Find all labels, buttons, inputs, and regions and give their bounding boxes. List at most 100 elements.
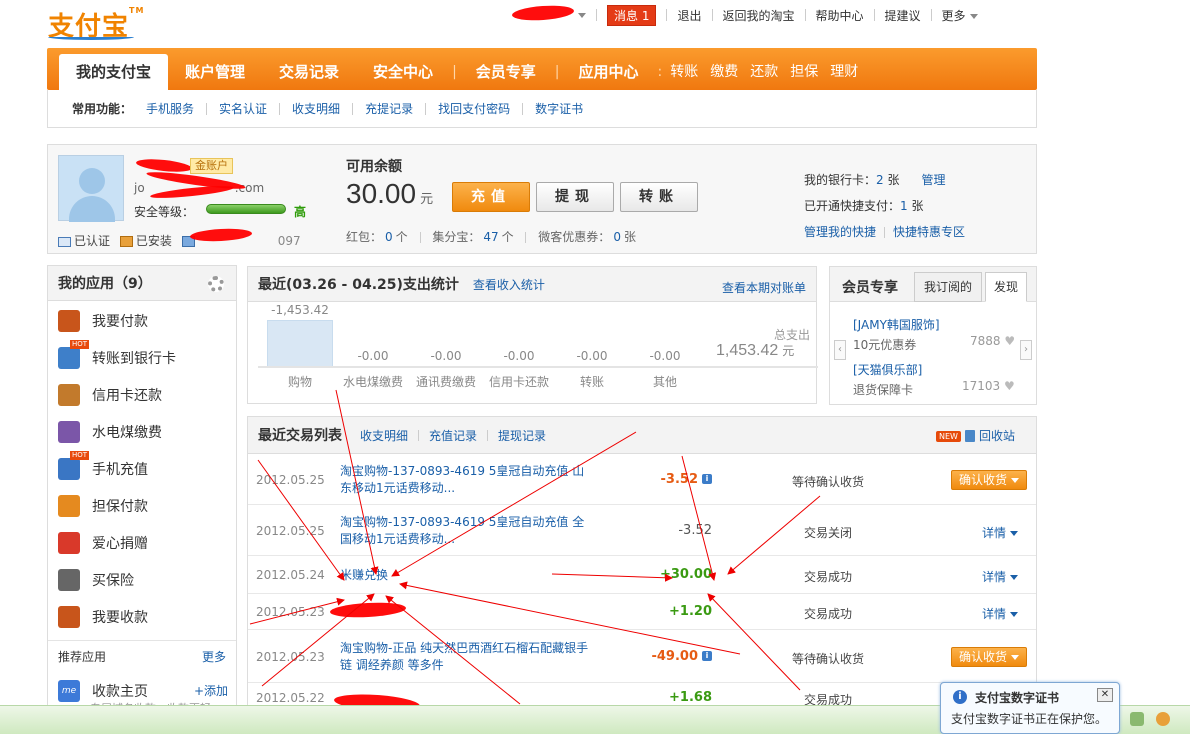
- avatar[interactable]: [58, 155, 124, 222]
- tab-member[interactable]: 会员专享: [459, 54, 553, 90]
- cert-icon: [119, 236, 133, 247]
- subnav-mobile-service[interactable]: 手机服务: [146, 100, 194, 117]
- quickpay-zone-link[interactable]: 快捷特惠专区: [893, 225, 965, 239]
- transactions-header: 最近交易列表 收支明细 充值记录 提现记录: [247, 416, 1037, 454]
- quickpay-count[interactable]: 1: [900, 199, 908, 213]
- member-offer-item[interactable]: [天猫俱乐部] 退货保障卡: [853, 361, 922, 398]
- app-icon: HOT: [58, 451, 90, 480]
- messages-button[interactable]: 消息 1: [607, 4, 657, 26]
- app-item[interactable]: HOT 手机充值: [58, 451, 148, 484]
- trash-icon: [965, 430, 975, 442]
- subnav-income-expense[interactable]: 收支明细: [292, 100, 340, 117]
- quick-transfer[interactable]: 转账: [664, 54, 704, 90]
- tab-transactions[interactable]: 交易记录: [262, 54, 356, 90]
- income-stats-link[interactable]: 查看收入统计: [473, 276, 545, 293]
- tx-description-link[interactable]: 淘宝购物-137-0893-4619 5皇冠自动充值 全国移动1元话费移动...: [340, 514, 590, 548]
- manage-quickpay-link[interactable]: 管理我的快捷: [804, 225, 876, 239]
- jifen-count[interactable]: 47: [483, 230, 498, 244]
- info-icon[interactable]: i: [702, 474, 712, 484]
- recommended-apps-title: 推荐应用: [58, 650, 107, 664]
- tx-description-link[interactable]: 淘宝购物-137-0893-4619 5皇冠自动充值 山东移动1元话费移动...: [340, 463, 590, 497]
- app-item[interactable]: 担保付款: [58, 491, 148, 521]
- confirm-receipt-button[interactable]: 确认收货: [951, 469, 1027, 490]
- logout-link[interactable]: 退出: [677, 7, 701, 24]
- transfer-button[interactable]: 转账: [620, 182, 698, 212]
- tx-link-withdraw[interactable]: 提现记录: [498, 427, 546, 444]
- chevron-down-icon: [1011, 477, 1019, 483]
- recycle-bin-link[interactable]: 回收站: [979, 427, 1015, 444]
- installed-link[interactable]: 已安装: [136, 234, 172, 248]
- chart-bar: [267, 320, 333, 366]
- member-offer-count: 17103 ♥: [962, 379, 1015, 393]
- status-icon[interactable]: [1130, 712, 1144, 726]
- chevron-down-icon[interactable]: [578, 12, 586, 18]
- details-dropdown[interactable]: 详情: [982, 605, 1019, 622]
- suggest-link[interactable]: 提建议: [885, 7, 921, 24]
- tx-link-income-expense[interactable]: 收支明细: [360, 427, 408, 444]
- quick-escrow[interactable]: 担保: [784, 54, 824, 90]
- tx-status: 交易关闭: [803, 525, 852, 540]
- recharge-button[interactable]: 充值: [452, 182, 530, 212]
- subnav-recover-password[interactable]: 找回支付密码: [438, 100, 510, 117]
- details-dropdown[interactable]: 详情: [982, 524, 1019, 541]
- member-prev-arrow[interactable]: ‹: [834, 340, 846, 360]
- tab-account[interactable]: 账户管理: [168, 54, 262, 90]
- tx-description-link[interactable]: 淘宝购物-正品 纯天然巴西酒红石榴石配藏银手链 调经养颜 等多件: [340, 640, 590, 674]
- app-item[interactable]: 水电煤缴费: [58, 417, 162, 447]
- details-dropdown[interactable]: 详情: [982, 568, 1019, 585]
- digital-cert-notification[interactable]: i 支付宝数字证书 ✕ 支付宝数字证书正在保护您。: [940, 682, 1120, 734]
- quick-finance[interactable]: 理财: [824, 54, 864, 90]
- app-item[interactable]: 买保险: [58, 565, 134, 595]
- tx-description-link[interactable]: 米赚兑换: [340, 567, 590, 584]
- app-item[interactable]: 爱心捐赠: [58, 528, 148, 558]
- gold-account-badge[interactable]: 金账户: [190, 158, 233, 174]
- app-item[interactable]: HOT 转账到银行卡: [58, 340, 176, 373]
- chevron-down-icon: [1010, 530, 1019, 536]
- info-icon[interactable]: i: [702, 651, 712, 661]
- close-icon[interactable]: ✕: [1097, 688, 1113, 702]
- chart-value-label: -0.00: [357, 349, 389, 363]
- subnav-recharge-records[interactable]: 充提记录: [365, 100, 413, 117]
- tab-security[interactable]: 安全中心: [356, 54, 450, 90]
- app-item[interactable]: 信用卡还款: [58, 380, 162, 410]
- app-item[interactable]: 我要付款: [58, 306, 148, 336]
- tx-date: 2012.05.24: [256, 568, 325, 582]
- member-next-arrow[interactable]: ›: [1020, 340, 1032, 360]
- quick-pay-bills[interactable]: 缴费: [704, 54, 744, 90]
- heart-icon: ♥: [1004, 379, 1015, 393]
- tab-subscribed[interactable]: 我订阅的: [914, 272, 982, 302]
- bank-count[interactable]: 2: [876, 173, 884, 187]
- bank-info: 我的银行卡：2 张管理 已开通快捷支付：1 张 管理我的快捷 快捷特惠专区: [804, 173, 966, 239]
- recommended-more-link[interactable]: 更多: [202, 648, 226, 665]
- subnav-realname[interactable]: 实名认证: [219, 100, 267, 117]
- tx-status: 等待确认收货: [791, 651, 864, 666]
- confirm-receipt-button[interactable]: 确认收货: [951, 646, 1027, 667]
- notification-title: 支付宝数字证书: [975, 691, 1060, 705]
- bill-link[interactable]: 查看本期对账单: [722, 279, 806, 296]
- tab-apps[interactable]: 应用中心: [562, 54, 656, 90]
- tab-discover[interactable]: 发现: [985, 272, 1027, 302]
- help-link[interactable]: 帮助中心: [816, 7, 864, 24]
- withdraw-button[interactable]: 提现: [536, 182, 614, 212]
- tx-link-recharge[interactable]: 充值记录: [429, 427, 477, 444]
- app-item[interactable]: 我要收款: [58, 602, 148, 632]
- coupon-count[interactable]: 0: [613, 230, 621, 244]
- app-icon: [58, 421, 80, 443]
- gear-icon[interactable]: [208, 276, 224, 292]
- quick-repay[interactable]: 还款: [744, 54, 784, 90]
- verification-status: 已认证 已安装 097: [58, 232, 301, 249]
- member-offer-item[interactable]: [JAMY韩国服饰] 10元优惠券: [853, 316, 940, 353]
- verified-link[interactable]: 已认证: [74, 234, 110, 248]
- more-menu[interactable]: 更多: [942, 7, 978, 24]
- bank-manage-link[interactable]: 管理: [922, 173, 946, 187]
- redpack-count[interactable]: 0: [385, 230, 393, 244]
- hot-badge: HOT: [70, 451, 90, 460]
- app-icon: [58, 310, 80, 332]
- add-app-link[interactable]: +添加: [194, 682, 228, 699]
- status-icon[interactable]: [1156, 712, 1170, 726]
- tab-my-alipay[interactable]: 我的支付宝: [59, 54, 169, 90]
- back-taobao-link[interactable]: 返回我的淘宝: [723, 7, 795, 24]
- subnav-digital-cert[interactable]: 数字证书: [535, 100, 583, 117]
- app-icon: [58, 495, 80, 517]
- recommended-app-item[interactable]: me 收款主页: [58, 680, 148, 702]
